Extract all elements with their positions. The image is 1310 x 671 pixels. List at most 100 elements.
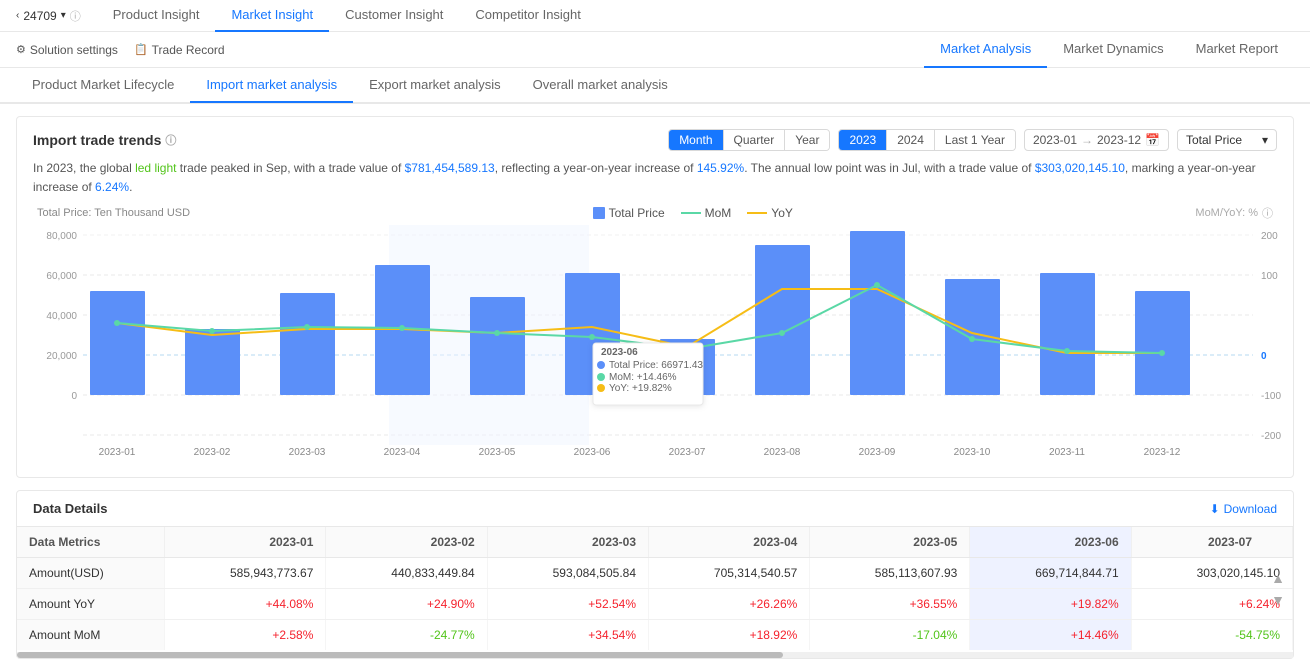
svg-text:2023-01: 2023-01 — [99, 447, 136, 458]
metric-selector[interactable]: Total Price ▾ — [1177, 129, 1277, 151]
date-range-picker[interactable]: 2023-01 → 2023-12 📅 — [1024, 129, 1169, 151]
col-2023-03: 2023-03 — [487, 527, 648, 558]
table-scrollbar[interactable] — [17, 652, 1293, 658]
third-nav: Product Market Lifecycle Import market a… — [0, 68, 1310, 104]
tab-competitor-insight[interactable]: Competitor Insight — [459, 0, 597, 32]
table-wrapper: Data Metrics 2023-01 2023-02 2023-03 202… — [17, 527, 1293, 650]
svg-text:2023-05: 2023-05 — [479, 447, 516, 458]
sub-tab-market-report[interactable]: Market Report — [1180, 32, 1294, 68]
table-header: Data Metrics 2023-01 2023-02 2023-03 202… — [17, 527, 1293, 558]
download-icon: ⬇ — [1210, 502, 1220, 516]
third-tab-import[interactable]: Import market analysis — [190, 67, 353, 103]
calendar-icon: 📅 — [1145, 133, 1160, 147]
sub-tabs: Market Analysis Market Dynamics Market R… — [924, 32, 1294, 68]
period-month[interactable]: Month — [669, 130, 723, 150]
data-table-section: Data Details ⬇ Download Data Metrics 202… — [16, 490, 1294, 659]
peak-pct: 145.92% — [697, 161, 744, 175]
svg-text:Total Price: 66971.43: Total Price: 66971.43 — [609, 360, 703, 371]
table-actions: ▲ ▼ — [1271, 570, 1285, 608]
third-tab-export[interactable]: Export market analysis — [353, 67, 517, 103]
col-2023-05: 2023-05 — [810, 527, 970, 558]
svg-text:YoY: +19.82%: YoY: +19.82% — [609, 383, 672, 394]
period-quarter[interactable]: Quarter — [724, 130, 786, 150]
sub-tab-market-analysis[interactable]: Market Analysis — [924, 32, 1047, 68]
sub-tab-market-dynamics[interactable]: Market Dynamics — [1047, 32, 1179, 68]
val-mom-may: -17.04% — [810, 620, 970, 651]
solution-settings[interactable]: ⚙ Solution settings — [16, 43, 118, 57]
legend-yoy-label: YoY — [771, 206, 793, 220]
svg-text:2023-11: 2023-11 — [1049, 447, 1085, 458]
val-amount-feb: 440,833,449.84 — [326, 558, 487, 589]
period-year[interactable]: Year — [785, 130, 829, 150]
metric-label: Total Price — [1186, 133, 1242, 147]
main-content: Import trade trends ⓘ Month Quarter Year… — [0, 104, 1310, 671]
val-mom-feb: -24.77% — [326, 620, 487, 651]
trade-record[interactable]: 📋 Trade Record — [134, 43, 225, 57]
col-metrics: Data Metrics — [17, 527, 165, 558]
bar-nov — [1040, 273, 1095, 395]
col-2023-07: 2023-07 — [1131, 527, 1292, 558]
svg-text:200: 200 — [1261, 231, 1278, 242]
download-label: Download — [1224, 502, 1277, 516]
val-mom-jan: +2.58% — [165, 620, 326, 651]
bar-aug — [755, 245, 810, 395]
low-pct: 6.24% — [95, 180, 129, 194]
mom-dot-jan — [114, 320, 120, 326]
legend-yoy-icon — [747, 212, 767, 214]
legend-yoy: YoY — [747, 206, 793, 220]
svg-text:2023-03: 2023-03 — [289, 447, 326, 458]
year-last1[interactable]: Last 1 Year — [935, 130, 1015, 150]
legend-bar-icon — [593, 207, 605, 219]
tab-customer-insight[interactable]: Customer Insight — [329, 0, 459, 32]
date-end: 2023-12 — [1097, 133, 1141, 147]
scroll-thumb — [17, 652, 783, 658]
svg-text:2023-06: 2023-06 — [601, 347, 638, 358]
settings-icon: ⚙ — [16, 43, 26, 56]
mom-dot-feb — [209, 328, 215, 334]
val-mom-apr: +18.92% — [649, 620, 810, 651]
chart-svg: 80,000 60,000 40,000 20,000 0 200 100 0 … — [33, 225, 1293, 465]
scroll-down-icon[interactable]: ▼ — [1271, 592, 1285, 608]
svg-text:2023-09: 2023-09 — [859, 447, 896, 458]
mom-dot-dec — [1159, 350, 1165, 356]
year-selector: 2023 2024 Last 1 Year — [838, 129, 1015, 151]
chart-info-text: In 2023, the global led light trade peak… — [33, 159, 1277, 197]
top-tabs: Product Insight Market Insight Customer … — [97, 0, 597, 32]
bar-may — [470, 297, 525, 395]
table-header-row: Data Details ⬇ Download — [17, 491, 1293, 527]
download-button[interactable]: ⬇ Download — [1210, 502, 1277, 516]
year-2023[interactable]: 2023 — [839, 130, 887, 150]
third-tab-overall[interactable]: Overall market analysis — [517, 67, 684, 103]
svg-text:2023-02: 2023-02 — [194, 447, 231, 458]
svg-text:100: 100 — [1261, 271, 1278, 282]
svg-text:2023-08: 2023-08 — [764, 447, 801, 458]
app-id: 24709 — [23, 9, 56, 23]
dropdown-icon: ▾ — [61, 10, 66, 21]
tab-product-insight[interactable]: Product Insight — [97, 0, 216, 32]
third-tab-lifecycle[interactable]: Product Market Lifecycle — [16, 67, 190, 103]
chart-svg-container: 80,000 60,000 40,000 20,000 0 200 100 0 … — [33, 225, 1277, 465]
scroll-up-icon[interactable]: ▲ — [1271, 570, 1285, 586]
val-amount-jun: 669,714,844.71 — [970, 558, 1131, 589]
val-yoy-mar: +52.54% — [487, 589, 648, 620]
col-2023-01: 2023-01 — [165, 527, 326, 558]
table-title: Data Details — [33, 501, 107, 516]
second-nav: ⚙ Solution settings 📋 Trade Record Marke… — [0, 32, 1310, 68]
mom-dot-aug — [779, 330, 785, 336]
legend-mom-icon — [681, 212, 701, 214]
val-yoy-jan: +44.08% — [165, 589, 326, 620]
year-2024[interactable]: 2024 — [887, 130, 935, 150]
svg-text:2023-12: 2023-12 — [1144, 447, 1181, 458]
svg-text:-100: -100 — [1261, 391, 1281, 402]
back-button[interactable]: ‹ 24709 ▾ ⓘ — [16, 8, 81, 24]
bar-mar — [280, 293, 335, 395]
mom-dot-may — [494, 330, 500, 336]
date-separator: → — [1081, 133, 1093, 147]
tab-market-insight[interactable]: Market Insight — [215, 0, 329, 32]
table-row: Amount(USD) 585,943,773.67 440,833,449.8… — [17, 558, 1293, 589]
back-icon: ‹ — [16, 10, 19, 21]
val-yoy-may: +36.55% — [810, 589, 970, 620]
record-label: Trade Record — [152, 43, 225, 57]
period-selector: Month Quarter Year — [668, 129, 830, 151]
val-amount-jul: 303,020,145.10 — [1131, 558, 1292, 589]
